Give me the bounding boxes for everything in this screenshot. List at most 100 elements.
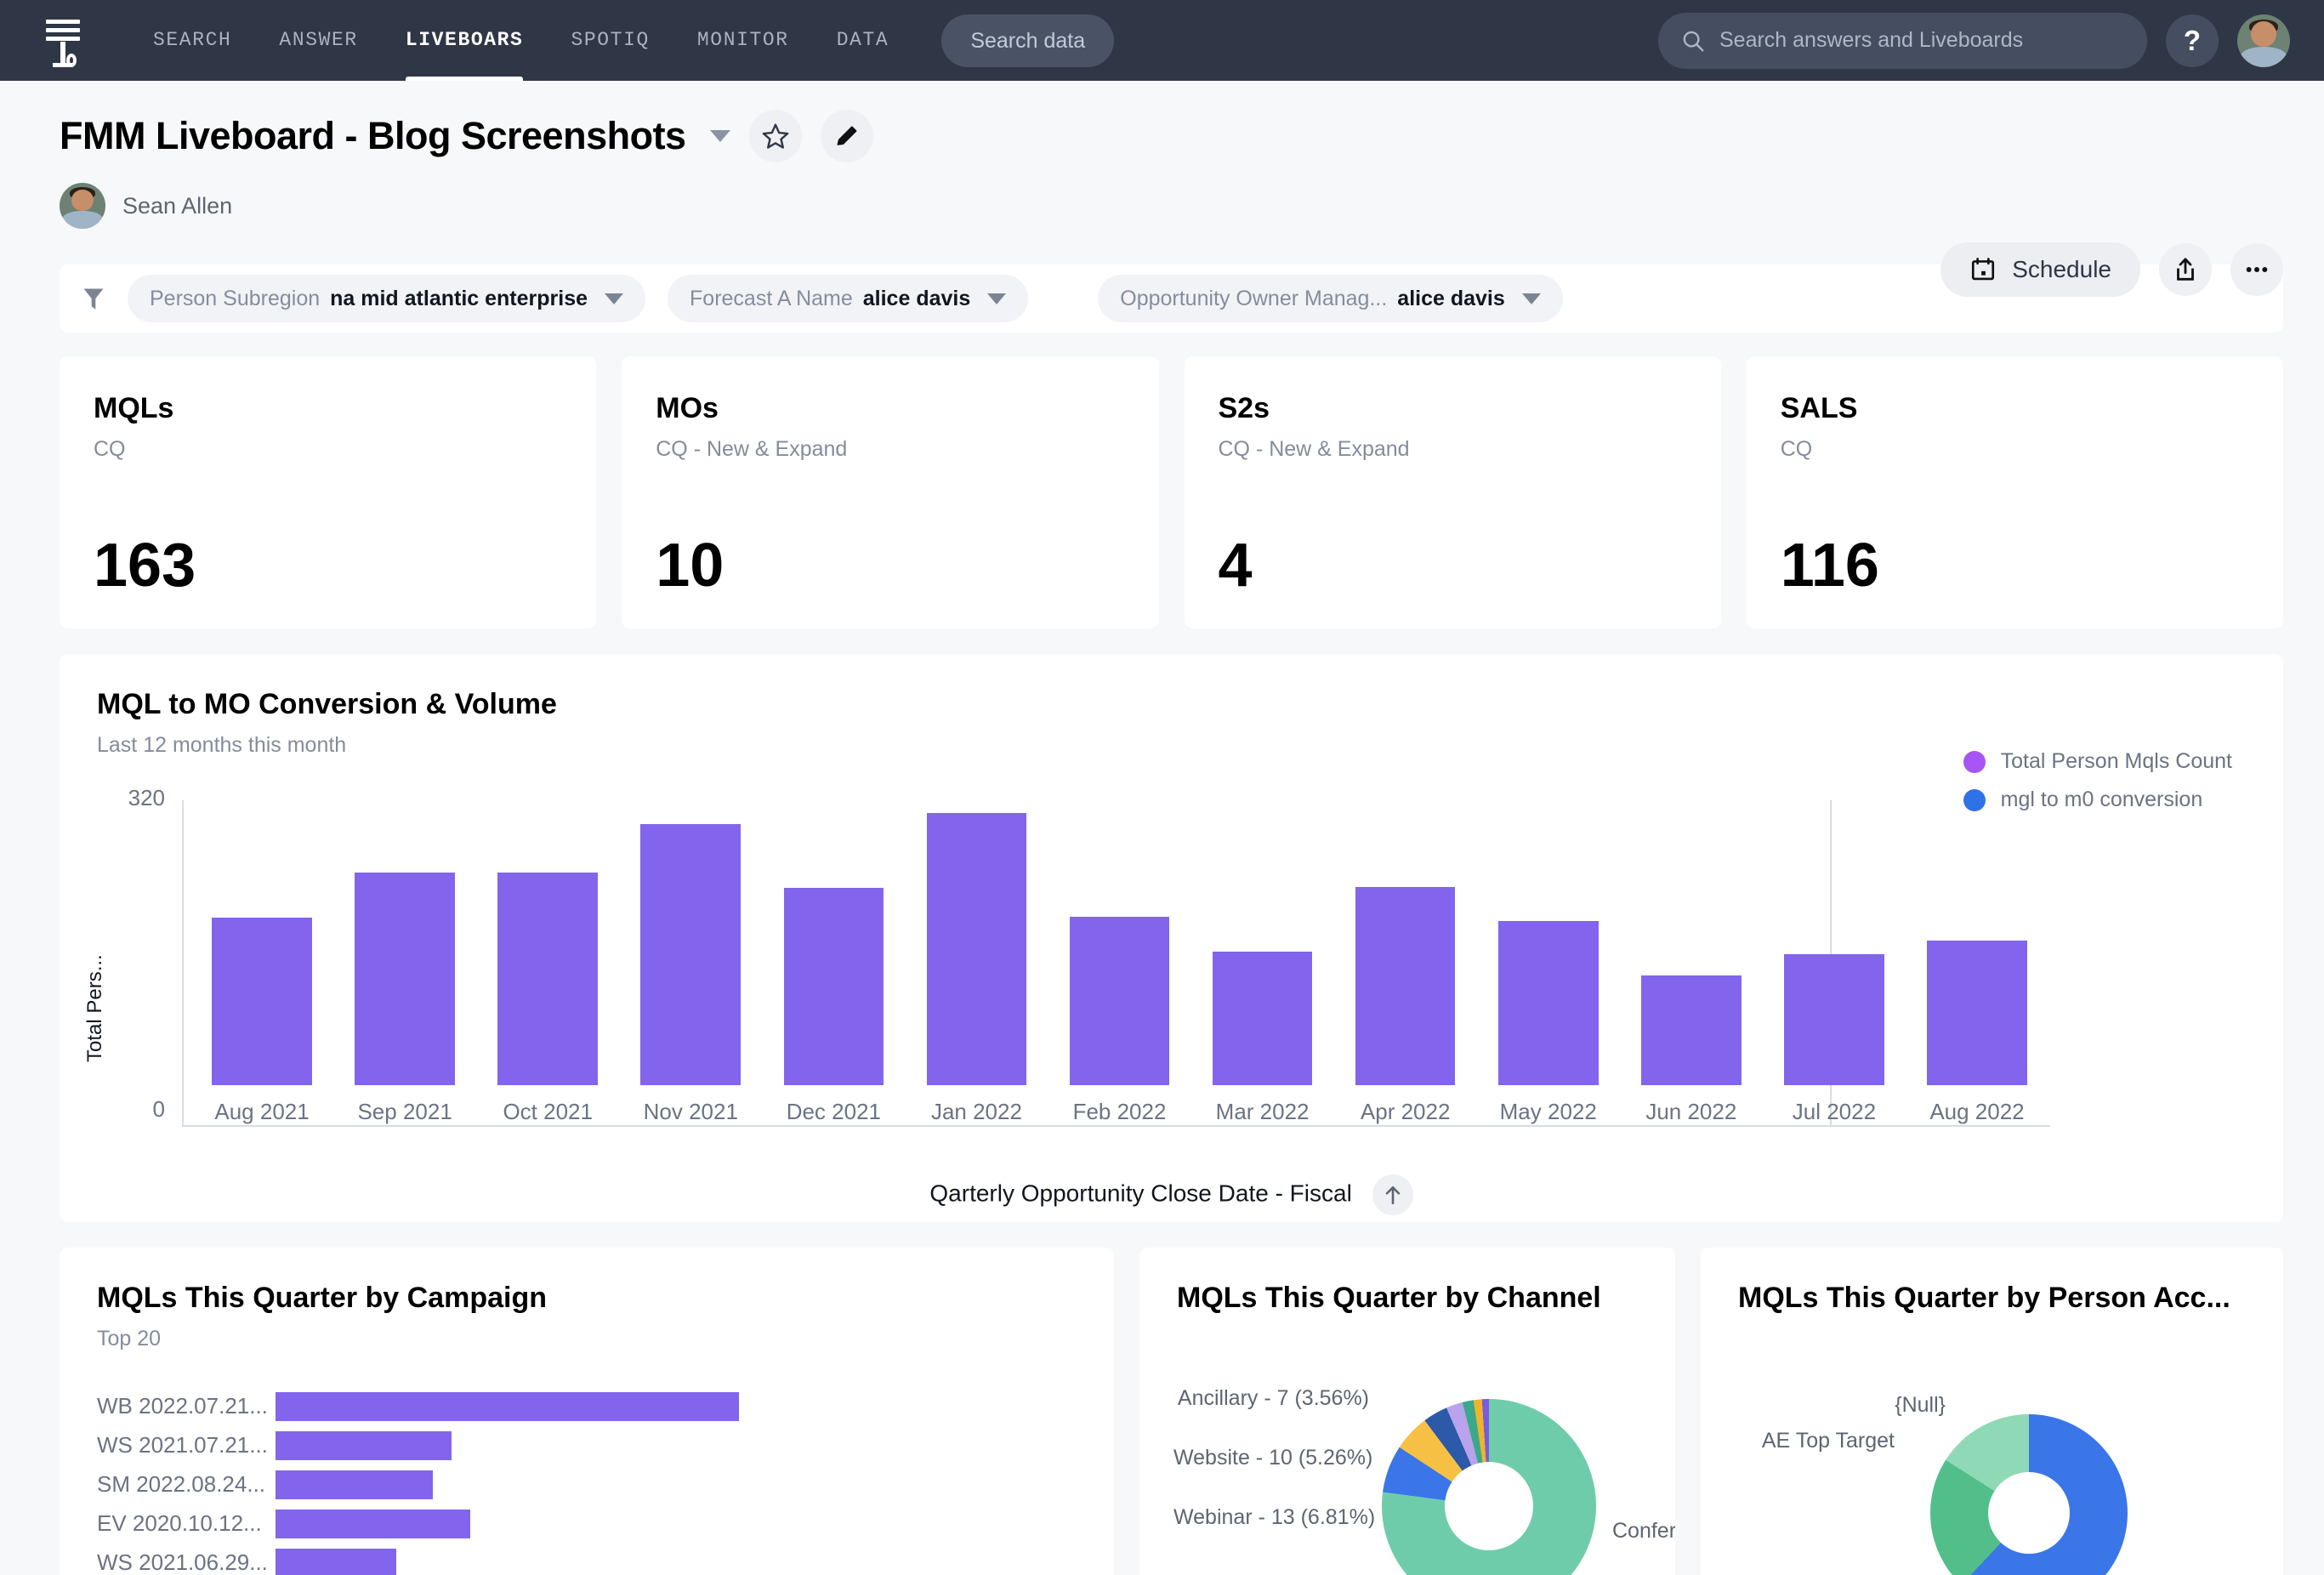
person-account-donut-chart[interactable] — [1930, 1414, 2128, 1575]
bar[interactable] — [1927, 941, 2027, 1085]
schedule-label: Schedule — [2012, 256, 2111, 282]
bar-column[interactable]: Jan 2022 — [905, 790, 1048, 1125]
bar[interactable] — [1069, 917, 1170, 1085]
schedule-button[interactable]: Schedule — [1940, 242, 2140, 297]
kpi-subtitle: CQ — [1780, 437, 1813, 461]
bar-column[interactable]: Oct 2021 — [476, 790, 619, 1125]
global-search-placeholder: Search answers and Liveboards — [1719, 28, 2024, 52]
filter-chip-forecast-a-name[interactable]: Forecast A Name alice davis — [668, 275, 1029, 322]
nav-item-monitor[interactable]: MONITOR — [673, 0, 813, 81]
bar-category-label: WB 2022.07.21... — [97, 1393, 268, 1419]
bar[interactable] — [1784, 954, 1884, 1085]
horizontal-bar[interactable] — [276, 1470, 434, 1499]
kpi-card-s2s[interactable]: S2s CQ - New & Expand 4 — [1184, 356, 1721, 628]
channel-panel: MQLs This Quarter by Channel Ancillary -… — [1139, 1248, 1675, 1575]
bar-column[interactable]: May 2022 — [1477, 790, 1620, 1125]
horizontal-bar[interactable] — [276, 1391, 739, 1421]
bar[interactable] — [926, 812, 1027, 1085]
filter-value: alice davis — [1397, 286, 1505, 310]
bar[interactable] — [1355, 886, 1456, 1085]
nav-item-data[interactable]: DATA — [813, 0, 913, 81]
horizontal-bar-row[interactable]: SM 2022.08.24... — [97, 1469, 1077, 1500]
channel-donut-chart[interactable] — [1382, 1399, 1596, 1575]
author-row: Sean Allen — [60, 183, 2283, 229]
filter-icon[interactable] — [82, 286, 105, 311]
arrow-up-icon — [1385, 1186, 1400, 1205]
chart-title: MQL to MO Conversion & Volume — [97, 688, 557, 720]
kpi-value: 163 — [94, 532, 196, 600]
kpi-card-mos[interactable]: MOs CQ - New & Expand 10 — [622, 356, 1159, 628]
nav-item-spotiq[interactable]: SPOTIQ — [547, 0, 673, 81]
kpi-title: MOs — [656, 392, 719, 424]
donut-label-ancillary: Ancillary - 7 (3.56%) — [1177, 1386, 1369, 1410]
chevron-down-icon[interactable] — [709, 130, 730, 142]
help-button[interactable]: ? — [2166, 14, 2219, 67]
bar-category-label: SM 2022.08.24... — [97, 1471, 266, 1497]
bar[interactable] — [640, 824, 742, 1085]
x-tick-label: Sep 2021 — [357, 1099, 452, 1124]
horizontal-bar-row[interactable]: WS 2021.06.29... — [97, 1547, 1077, 1575]
more-options-button[interactable] — [2230, 243, 2283, 296]
kpi-card-sals[interactable]: SALS CQ 116 — [1746, 356, 2283, 628]
bar[interactable] — [1212, 951, 1313, 1085]
bar[interactable] — [212, 918, 312, 1085]
x-tick-label: Aug 2022 — [1929, 1099, 2025, 1124]
nav-item-answer[interactable]: ANSWER — [255, 0, 381, 81]
user-avatar[interactable] — [2237, 14, 2290, 67]
kpi-title: MQLs — [94, 392, 174, 424]
horizontal-bar[interactable] — [276, 1430, 452, 1460]
nav-item-search[interactable]: SEARCH — [129, 0, 255, 81]
nav-item-liveboards[interactable]: LIVEBOARS — [382, 0, 548, 81]
x-tick-label: Nov 2021 — [643, 1099, 738, 1124]
bar-column[interactable]: Jun 2022 — [1620, 790, 1763, 1125]
chevron-down-icon — [987, 293, 1007, 304]
share-button[interactable] — [2159, 243, 2212, 296]
bar-column[interactable]: Feb 2022 — [1048, 790, 1190, 1125]
kpi-value: 4 — [1218, 532, 1253, 600]
legend-color-swatch — [1963, 750, 1986, 773]
bar-column[interactable]: Jul 2022 — [1763, 790, 1906, 1125]
author-name: Sean Allen — [122, 192, 233, 219]
filter-chip-person-subregion[interactable]: Person Subregion na mid atlantic enterpr… — [128, 275, 646, 322]
filter-chip-opportunity-owner-manager[interactable]: Opportunity Owner Manag... alice davis — [1098, 275, 1563, 322]
x-tick-label: Oct 2021 — [503, 1099, 593, 1124]
bar[interactable] — [497, 873, 599, 1085]
kpi-card-mqls[interactable]: MQLs CQ 163 — [60, 356, 597, 628]
horizontal-bar-row[interactable]: WB 2022.07.21... — [97, 1390, 1077, 1422]
x-tick-label: May 2022 — [1499, 1099, 1597, 1124]
title-row: FMM Liveboard - Blog Screenshots — [60, 110, 2283, 162]
bar-column[interactable]: Aug 2021 — [190, 790, 333, 1125]
kpi-subtitle: CQ — [94, 437, 126, 461]
kpi-subtitle: CQ - New & Expand — [656, 437, 848, 461]
filter-value: na mid atlantic enterprise — [330, 286, 588, 310]
bar-column[interactable]: Nov 2021 — [619, 790, 762, 1125]
search-data-button[interactable]: Search data — [941, 14, 1115, 67]
sort-ascending-button[interactable] — [1372, 1174, 1413, 1215]
thoughtspot-logo-icon[interactable] — [41, 16, 85, 67]
legend-item[interactable]: Total Person Mqls Count — [1963, 749, 2232, 774]
bar-column[interactable]: Apr 2022 — [1334, 790, 1477, 1125]
favorite-button[interactable] — [748, 110, 802, 162]
bar[interactable] — [1497, 920, 1599, 1085]
x-tick-label: Jul 2022 — [1792, 1099, 1877, 1124]
nav-right-group: Search answers and Liveboards ? — [1658, 12, 2290, 69]
global-search-input[interactable]: Search answers and Liveboards — [1658, 12, 2147, 69]
bar[interactable] — [355, 873, 455, 1085]
filter-key: Person Subregion — [150, 286, 321, 310]
bar[interactable] — [1641, 975, 1742, 1085]
bar-column[interactable]: Aug 2022 — [1906, 790, 2048, 1125]
bar-column[interactable]: Sep 2021 — [333, 790, 476, 1125]
horizontal-bar[interactable] — [276, 1548, 396, 1575]
panel-title: MQLs This Quarter by Channel — [1177, 1282, 1601, 1314]
edit-button[interactable] — [820, 110, 873, 162]
horizontal-bar-row[interactable]: EV 2020.10.12... — [97, 1508, 1077, 1539]
horizontal-bar-row[interactable]: WS 2021.07.21... — [97, 1430, 1077, 1461]
horizontal-bar[interactable] — [276, 1509, 470, 1538]
bar-column[interactable]: Dec 2021 — [762, 790, 905, 1125]
bar-column[interactable]: Mar 2022 — [1191, 790, 1334, 1125]
bar[interactable] — [783, 888, 884, 1085]
kpi-subtitle: CQ - New & Expand — [1218, 437, 1410, 461]
liveboard-header: FMM Liveboard - Blog Screenshots Sean Al… — [0, 81, 2324, 297]
author-avatar — [60, 183, 105, 229]
x-tick-label: Feb 2022 — [1072, 1099, 1167, 1124]
